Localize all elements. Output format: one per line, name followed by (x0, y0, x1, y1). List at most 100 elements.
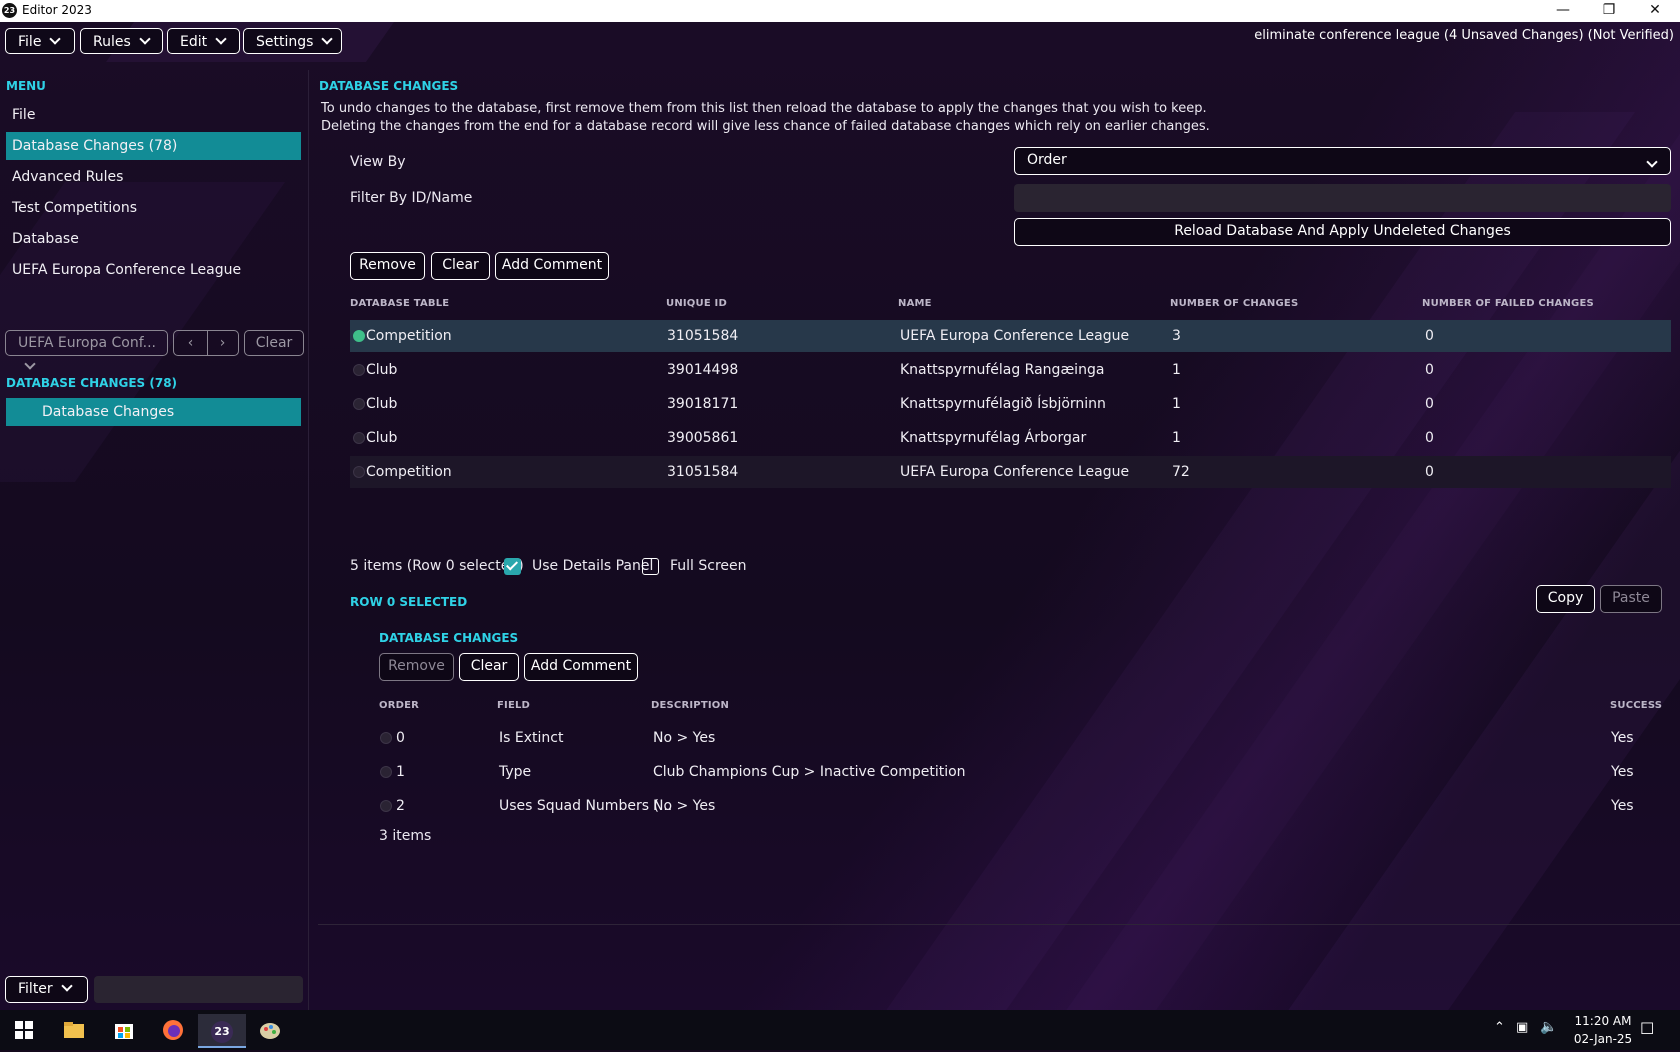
cell-table: Club (366, 396, 398, 412)
title-bar: 23 Editor 2023 — ❐ ✕ (0, 0, 1680, 22)
cell-id: 31051584 (667, 464, 739, 480)
view-by-select[interactable]: Order (1014, 147, 1671, 175)
copy-button[interactable]: Copy (1536, 585, 1595, 613)
details-row[interactable]: 1 Type Club Champions Cup > Inactive Com… (379, 756, 1659, 788)
row-status-icon (353, 364, 365, 376)
table-row[interactable]: Competition 31051584 UEFA Europa Confere… (350, 456, 1671, 488)
row-status-icon (380, 800, 392, 812)
details-row[interactable]: 2 Uses Squad Numbers (... No > Yes Yes (379, 790, 1659, 822)
restore-icon[interactable]: ❐ (1586, 0, 1632, 22)
cell-name: Knattspyrnufélag Árborgar (900, 430, 1087, 446)
close-icon[interactable]: ✕ (1632, 0, 1678, 22)
file-explorer-icon[interactable] (54, 1014, 94, 1046)
document-status: eliminate conference league (4 Unsaved C… (1254, 28, 1674, 43)
cell-table: Competition (366, 464, 452, 480)
sidebar-item-advanced-rules[interactable]: Advanced Rules (6, 163, 301, 191)
notification-icon[interactable]: ☐ (1640, 1019, 1654, 1038)
remove-button[interactable]: Remove (350, 252, 425, 280)
full-screen-checkbox[interactable] (642, 558, 659, 575)
cell-description: Club Champions Cup > Inactive Competitio… (653, 764, 966, 780)
chevron-right-icon[interactable]: › (208, 331, 238, 355)
start-icon[interactable] (4, 1014, 44, 1046)
cell-field: Uses Squad Numbers (... (499, 798, 673, 814)
nav-select[interactable]: UEFA Europa Conf... (5, 330, 168, 370)
paint-icon[interactable] (250, 1014, 290, 1046)
menu-rules[interactable]: Rules (80, 28, 163, 54)
row-selected-heading: ROW 0 SELECTED (350, 595, 468, 609)
reload-database-button[interactable]: Reload Database And Apply Undeleted Chan… (1014, 218, 1671, 246)
column-header[interactable]: NUMBER OF CHANGES (1170, 298, 1298, 309)
cell-changes: 3 (1172, 328, 1181, 344)
menu-heading: MENU (6, 79, 46, 93)
details-clear-button[interactable]: Clear (459, 653, 519, 681)
column-header[interactable]: DATABASE TABLE (350, 298, 449, 309)
details-row[interactable]: 0 Is Extinct No > Yes Yes (379, 722, 1659, 754)
cell-description: No > Yes (653, 730, 716, 746)
clock-time[interactable]: 11:20 AM (1568, 1014, 1638, 1028)
chevron-down-icon (49, 33, 62, 45)
clear-button[interactable]: Clear (431, 252, 490, 280)
sidebar-item-test-competitions[interactable]: Test Competitions (6, 194, 301, 222)
cell-order: 1 (396, 764, 405, 780)
cell-name: Knattspyrnufélag Rangæinga (900, 362, 1105, 378)
menu-file[interactable]: File (5, 28, 75, 54)
cell-description: No > Yes (653, 798, 716, 814)
sidebar-item-competition[interactable]: UEFA Europa Conference League (6, 256, 301, 284)
row-status-icon (353, 398, 365, 410)
cell-changes: 1 (1172, 396, 1181, 412)
add-comment-button[interactable]: Add Comment (495, 252, 609, 280)
column-header[interactable]: NUMBER OF FAILED CHANGES (1422, 298, 1594, 309)
sidebar-item-database[interactable]: Database (6, 225, 301, 253)
column-header[interactable]: ORDER (379, 700, 419, 711)
store-icon[interactable] (104, 1014, 144, 1046)
sidebar-item-file[interactable]: File (6, 101, 301, 129)
menu-settings[interactable]: Settings (243, 28, 342, 54)
menu-edit[interactable]: Edit (167, 28, 240, 54)
paste-button[interactable]: Paste (1600, 585, 1662, 613)
cell-changes: 1 (1172, 362, 1181, 378)
details-add-comment-button[interactable]: Add Comment (524, 653, 638, 681)
filter-dropdown[interactable]: Filter (5, 976, 88, 1003)
sidebar-item-changes-list[interactable]: Database Changes (6, 398, 301, 426)
column-header[interactable]: SUCCESS (1610, 700, 1662, 711)
nav-clear-button[interactable]: Clear (244, 330, 304, 356)
chevron-up-icon[interactable]: ⌃ (1494, 1020, 1505, 1035)
details-remove-button[interactable]: Remove (379, 653, 454, 681)
chevron-down-icon (139, 33, 151, 45)
table-row[interactable]: Club 39005861 Knattspyrnufélag Árborgar … (350, 422, 1671, 454)
chevron-down-icon (24, 358, 36, 370)
sidebar-filter-input[interactable] (94, 976, 303, 1003)
firefox-icon[interactable] (153, 1014, 193, 1046)
network-icon[interactable]: ▣ (1516, 1020, 1528, 1035)
use-details-label: Use Details Panel (532, 558, 654, 574)
cell-field: Type (499, 764, 532, 780)
details-heading: DATABASE CHANGES (379, 631, 519, 645)
chevron-left-icon[interactable]: ‹ (175, 331, 208, 355)
filter-by-input[interactable] (1014, 184, 1671, 212)
volume-icon[interactable]: 🔈 (1540, 1019, 1557, 1035)
use-details-checkbox[interactable] (504, 558, 521, 575)
changes-heading: DATABASE CHANGES (78) (6, 376, 178, 390)
details-items-count: 3 items (379, 828, 432, 844)
clock-date[interactable]: 02-Jan-25 (1568, 1032, 1638, 1046)
column-header[interactable]: NAME (898, 298, 932, 309)
editor-2023-icon[interactable]: 23 (198, 1014, 246, 1048)
column-header[interactable]: UNIQUE ID (666, 298, 727, 309)
app-logo-icon: 23 (2, 3, 17, 18)
cell-id: 39014498 (667, 362, 739, 378)
cell-table: Club (366, 362, 398, 378)
cell-field: Is Extinct (499, 730, 564, 746)
taskbar: 23 ⌃ ▣ 🔈 11:20 AM 02-Jan-25 ☐ (0, 1010, 1680, 1050)
minimize-icon[interactable]: — (1540, 0, 1586, 22)
column-header[interactable]: FIELD (497, 700, 530, 711)
table-row[interactable]: Competition 31051584 UEFA Europa Confere… (350, 320, 1671, 352)
cell-table: Competition (366, 328, 452, 344)
cell-table: Club (366, 430, 398, 446)
column-header[interactable]: DESCRIPTION (651, 700, 729, 711)
cell-id: 39018171 (667, 396, 739, 412)
sidebar-item-database-changes[interactable]: Database Changes (78) (6, 132, 301, 160)
window-title: Editor 2023 (22, 3, 92, 17)
table-row[interactable]: Club 39018171 Knattspyrnufélagið Ísbjörn… (350, 388, 1671, 420)
table-row[interactable]: Club 39014498 Knattspyrnufélag Rangæinga… (350, 354, 1671, 386)
cell-name: Knattspyrnufélagið Ísbjörninn (900, 396, 1106, 412)
